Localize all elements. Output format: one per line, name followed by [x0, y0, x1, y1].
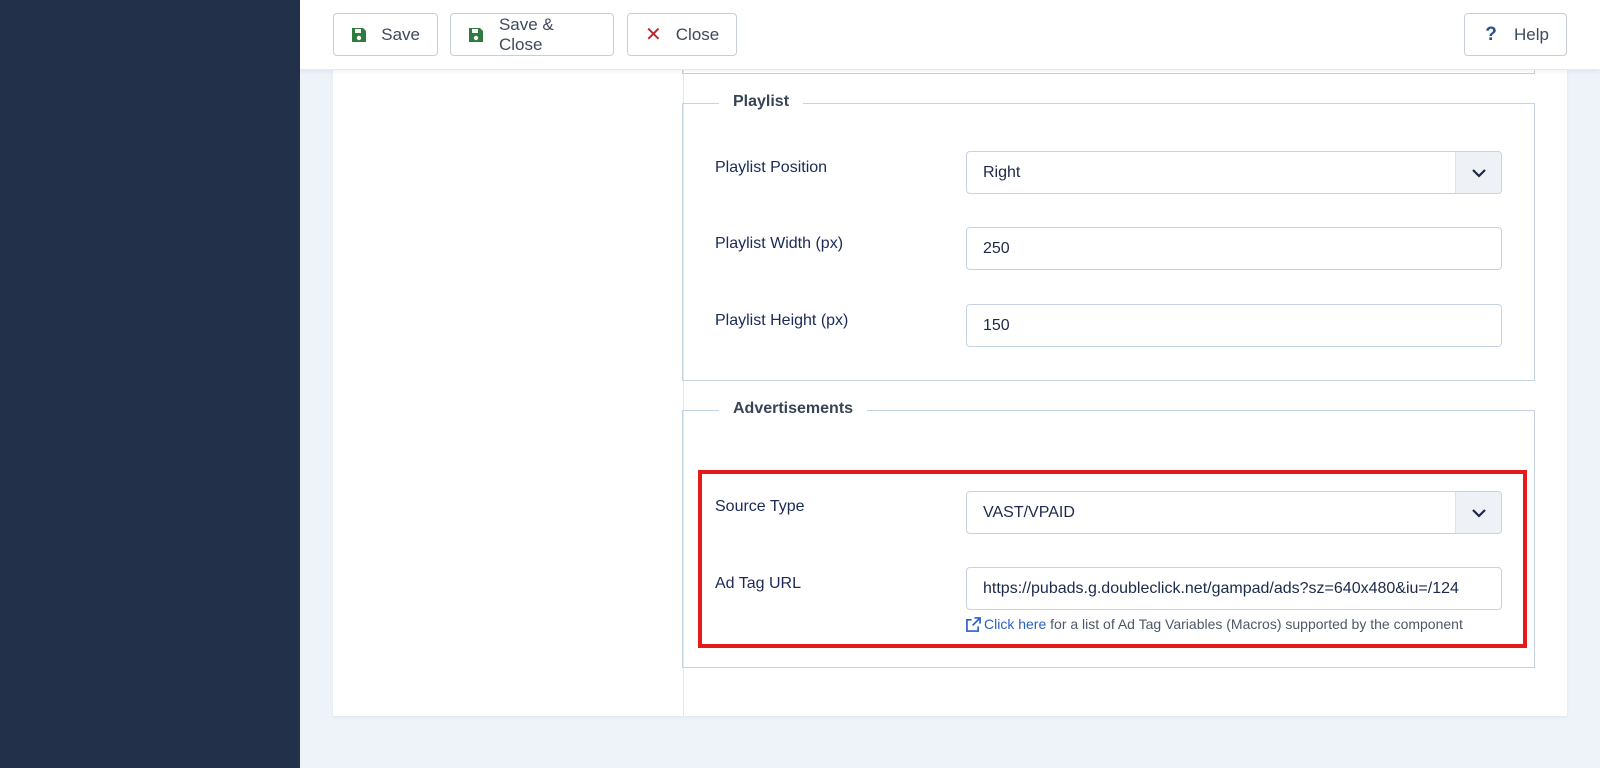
close-icon: ✕: [645, 23, 662, 46]
close-button[interactable]: ✕ Close: [627, 13, 737, 56]
external-link-icon: [966, 616, 981, 632]
playlist-width-label: Playlist Width (px): [715, 235, 844, 252]
playlist-legend: Playlist: [719, 93, 804, 111]
source-type-select[interactable]: VAST/VPAID: [966, 491, 1502, 534]
help-button[interactable]: ? Help: [1464, 13, 1567, 56]
playlist-height-label: Playlist Height (px): [715, 312, 849, 329]
playlist-position-value: Right: [983, 163, 1021, 181]
playlist-position-label: Playlist Position: [715, 159, 828, 176]
macros-link-label: Click here: [984, 616, 1047, 632]
question-mark-icon: ?: [1485, 24, 1497, 45]
chevron-down-icon: [1455, 492, 1501, 533]
sidebar: [0, 0, 300, 768]
playlist-position-select[interactable]: Right: [966, 151, 1502, 194]
playlist-width-value: 250: [983, 239, 1010, 257]
source-type-label: Source Type: [715, 498, 805, 515]
playlist-width-input[interactable]: 250: [966, 227, 1502, 270]
ad-tag-url-label: Ad Tag URL: [715, 575, 801, 592]
playlist-fieldset: Playlist Playlist Position Right Playlis…: [682, 93, 1535, 381]
toolbar: Save Save & Close ✕ Close ? Help: [300, 0, 1600, 70]
save-button-label: Save: [381, 24, 420, 44]
source-type-value: VAST/VPAID: [983, 503, 1075, 521]
advertisements-legend: Advertisements: [719, 400, 868, 418]
save-button[interactable]: Save: [333, 13, 438, 56]
help-button-label: Help: [1514, 24, 1549, 44]
chevron-down-icon: [1455, 152, 1501, 193]
ad-tag-hint-text: for a list of Ad Tag Variables (Macros) …: [1046, 616, 1463, 632]
close-button-label: Close: [675, 24, 720, 44]
ad-tag-url-value: https://pubads.g.doubleclick.net/gampad/…: [983, 579, 1459, 597]
macros-link[interactable]: Click here: [966, 616, 1046, 632]
ad-tag-hint: Click here for a list of Ad Tag Variable…: [966, 616, 1463, 632]
save-close-button[interactable]: Save & Close: [450, 13, 614, 56]
playlist-height-value: 150: [983, 316, 1010, 334]
save-close-button-label: Save & Close: [498, 14, 554, 54]
floppy-disk-icon: [468, 26, 485, 44]
advertisements-fieldset: Advertisements Source Type VAST/VPAID Ad…: [682, 400, 1535, 668]
playlist-height-input[interactable]: 150: [966, 304, 1502, 347]
ad-tag-url-input[interactable]: https://pubads.g.doubleclick.net/gampad/…: [966, 567, 1502, 610]
floppy-disk-icon: [351, 26, 367, 44]
